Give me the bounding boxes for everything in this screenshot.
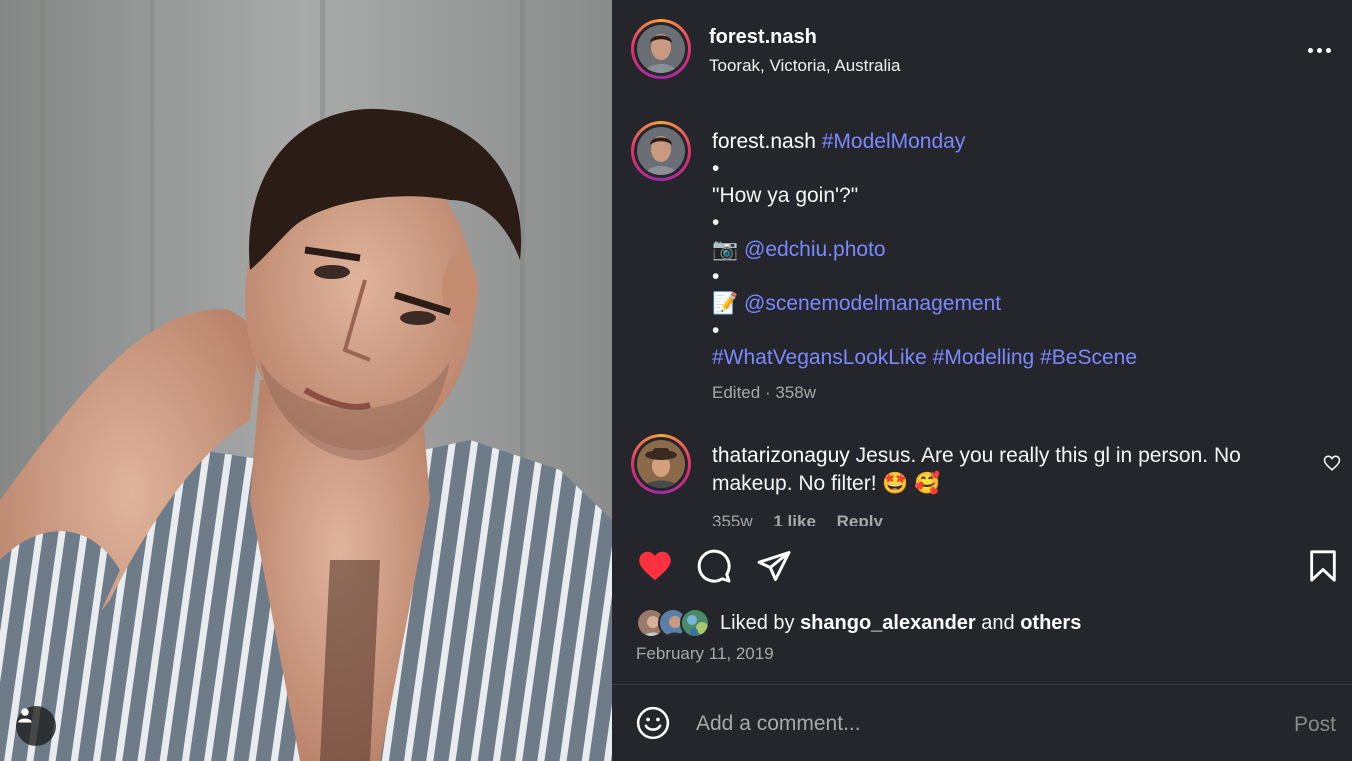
post-photo[interactable] — [0, 0, 612, 761]
post-header: forest.nash Toorak, Victoria, Australia — [612, 0, 1352, 100]
post-date[interactable]: February 11, 2019 — [636, 644, 774, 664]
user-tag-button[interactable] — [16, 706, 56, 746]
paper-plane-icon[interactable] — [756, 548, 792, 584]
comment-bubble-icon[interactable] — [696, 548, 732, 584]
edited-label: Edited — [712, 383, 761, 402]
liked-by-text: Liked by shango_alexander and others — [720, 612, 1081, 635]
post-comment-button[interactable]: Post — [1294, 713, 1336, 737]
commenter-avatar-image — [637, 440, 685, 488]
portrait-image — [0, 0, 612, 761]
comment-body: thatarizonaguy Jesus. Are you really thi… — [712, 442, 1272, 498]
caption-meta: Edited · 358w — [712, 383, 816, 403]
hashtag-whatveganslooklike[interactable]: #WhatVegansLookLike — [712, 346, 927, 369]
reply-button[interactable]: Reply — [837, 512, 883, 526]
caption-bullet: • — [712, 211, 720, 234]
memo-emoji: 📝 — [712, 292, 739, 315]
caption-avatar-image — [637, 127, 685, 175]
post-location[interactable]: Toorak, Victoria, Australia — [709, 56, 901, 76]
comment-age[interactable]: 355w — [712, 512, 753, 526]
comment-composer: Post — [612, 685, 1352, 761]
hashtag-bescene[interactable]: #BeScene — [1040, 346, 1137, 369]
post-dialog: forest.nash Toorak, Victoria, Australia … — [0, 0, 1352, 761]
commenter-avatar[interactable] — [631, 434, 691, 494]
comment-likes[interactable]: 1 like — [773, 512, 816, 526]
comment-input[interactable] — [696, 707, 1256, 741]
liker-avatar — [680, 608, 710, 638]
post-actions — [612, 540, 1352, 596]
comment-like-heart-icon[interactable] — [1323, 454, 1341, 472]
mention-agency[interactable]: @scenemodelmanagement — [744, 292, 1001, 315]
caption-avatar[interactable] — [631, 121, 691, 181]
hashtag-modelmonday[interactable]: #ModelMonday — [822, 130, 966, 153]
caption-bullet: • — [712, 265, 720, 288]
author-username[interactable]: forest.nash — [709, 26, 817, 49]
commenter-username[interactable]: thatarizonaguy — [712, 444, 850, 467]
caption-bullet: • — [712, 319, 720, 342]
caption-bullet: • — [712, 157, 720, 180]
more-options-icon[interactable] — [1308, 38, 1334, 62]
caption-quote: "How ya goin'?" — [712, 184, 859, 207]
comment-meta: 355w 1 like Reply — [712, 512, 1112, 526]
liker-avatars[interactable] — [636, 607, 714, 639]
likes-and: and — [981, 611, 1015, 634]
liked-by-label: Liked by — [720, 611, 795, 634]
meta-separator: · — [764, 383, 771, 402]
author-avatar-image — [637, 25, 685, 73]
caption-age[interactable]: 358w — [775, 383, 816, 402]
author-avatar[interactable] — [631, 19, 691, 79]
comment-emojis: 🤩 🥰 — [882, 472, 941, 495]
smiley-icon[interactable] — [636, 706, 670, 740]
bookmark-icon[interactable] — [1306, 548, 1340, 584]
camera-emoji: 📷 — [712, 238, 739, 261]
liked-by-user[interactable]: shango_alexander — [800, 612, 976, 634]
liked-by-others[interactable]: others — [1020, 612, 1081, 634]
mention-photographer[interactable]: @edchiu.photo — [744, 238, 886, 261]
hashtag-modelling[interactable]: #Modelling — [933, 346, 1035, 369]
user-tag-icon — [18, 708, 32, 723]
post-details-panel: forest.nash Toorak, Victoria, Australia … — [612, 0, 1352, 761]
heart-filled-icon[interactable] — [636, 548, 674, 584]
caption-username[interactable]: forest.nash — [712, 130, 816, 153]
likes-summary: Liked by shango_alexander and others — [636, 607, 1081, 639]
post-caption: forest.nash #ModelMonday • "How ya goin'… — [712, 128, 1312, 371]
